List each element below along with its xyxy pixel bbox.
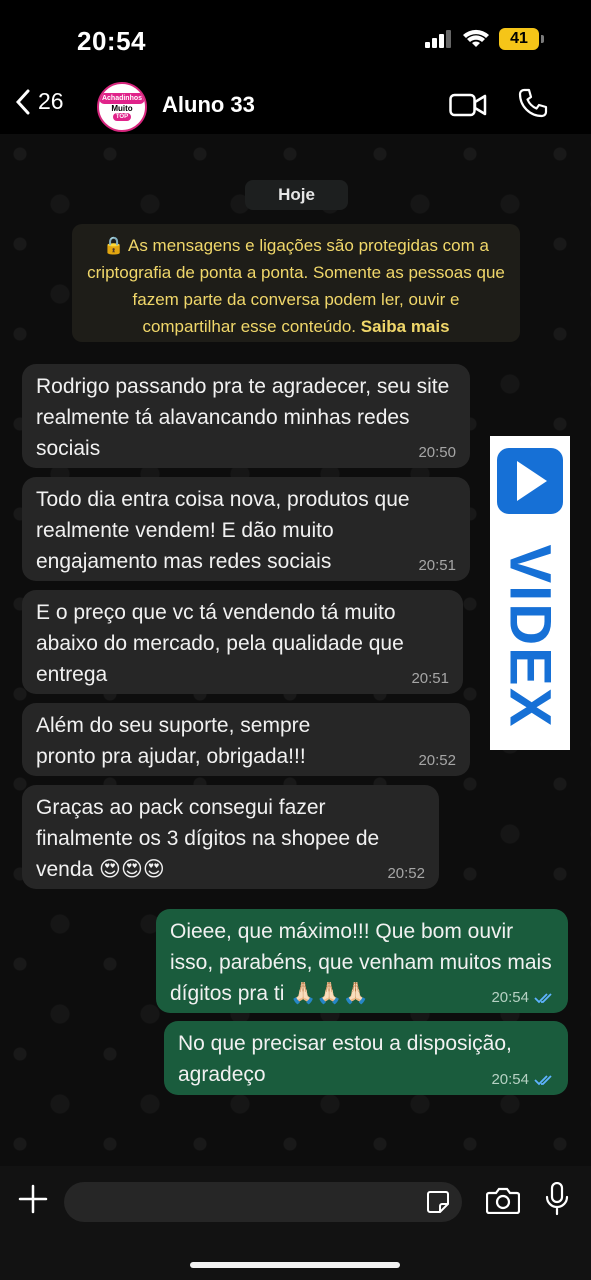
message-time: 20:54 <box>491 989 554 1007</box>
contact-name[interactable]: Aluno 33 <box>162 92 255 118</box>
message-text: Além do seu suporte, sempre pronto pra a… <box>36 714 311 768</box>
message-time: 20:50 <box>418 444 456 461</box>
double-check-icon <box>534 1075 552 1086</box>
lock-icon: 🔒 <box>103 236 125 255</box>
videx-watermark: VIDEX <box>490 436 570 750</box>
status-time: 20:54 <box>77 26 146 56</box>
home-indicator <box>190 1262 400 1268</box>
message-time: 20:51 <box>418 557 456 574</box>
status-icons: 41 <box>425 28 544 50</box>
message-bubble[interactable]: Além do seu suporte, sempre pronto pra a… <box>22 703 470 776</box>
message-time: 20:52 <box>418 752 456 769</box>
plus-icon[interactable] <box>18 1184 48 1214</box>
watermark-logo-text: VIDEX <box>497 543 563 729</box>
avatar-text-3: TOP <box>112 113 132 121</box>
message-time: 20:52 <box>387 865 425 882</box>
message-bubble[interactable]: Todo dia entra coisa nova, produtos que … <box>22 477 470 581</box>
message-text: Rodrigo passando pra te agradecer, seu s… <box>36 375 450 460</box>
chat-header: 26 Achadinhos Muito TOP Aluno 33 <box>0 78 591 134</box>
back-button[interactable]: 26 <box>16 88 64 115</box>
avatar-text-2: Muito <box>111 104 133 113</box>
date-separator: Hoje <box>245 180 348 210</box>
wifi-icon <box>463 29 489 47</box>
message-text: E o preço que vc tá vendendo tá muito ab… <box>36 601 404 686</box>
camera-icon[interactable] <box>486 1186 520 1214</box>
avatar[interactable]: Achadinhos Muito TOP <box>97 82 147 132</box>
battery-icon: 41 <box>499 28 544 50</box>
sticker-icon[interactable] <box>426 1190 450 1214</box>
status-bar: 20:54 41 <box>0 0 591 78</box>
avatar-text-1: Achadinhos <box>99 93 145 104</box>
message-bubble-sent[interactable]: No que precisar estou a disposição, agra… <box>164 1021 568 1095</box>
message-text: Todo dia entra coisa nova, produtos que … <box>36 488 410 573</box>
message-bubble[interactable]: Graças ao pack consegui fazer finalmente… <box>22 785 439 889</box>
microphone-icon[interactable] <box>545 1182 569 1216</box>
unread-count: 26 <box>38 88 64 114</box>
message-text: Graças ao pack consegui fazer finalmente… <box>36 796 380 881</box>
phone-call-icon[interactable] <box>518 88 548 118</box>
message-bubble-sent[interactable]: Oieee, que máximo!!! Que bom ouvir isso,… <box>156 909 568 1013</box>
signal-icon <box>425 30 451 48</box>
chevron-left-icon <box>16 89 30 114</box>
play-icon <box>497 448 563 514</box>
time-label: 20:54 <box>491 989 529 1006</box>
time-label: 20:54 <box>491 1071 529 1088</box>
learn-more-link[interactable]: Saiba mais <box>361 317 450 336</box>
message-input[interactable] <box>64 1182 462 1222</box>
composer-bar <box>0 1166 591 1280</box>
video-call-icon[interactable] <box>449 92 487 118</box>
encryption-notice[interactable]: 🔒 As mensagens e ligações são protegidas… <box>72 224 520 342</box>
double-check-icon <box>534 993 552 1004</box>
message-time: 20:51 <box>411 670 449 687</box>
message-bubble[interactable]: E o preço que vc tá vendendo tá muito ab… <box>22 590 463 694</box>
message-bubble[interactable]: Rodrigo passando pra te agradecer, seu s… <box>22 364 470 468</box>
message-time: 20:54 <box>491 1071 554 1089</box>
